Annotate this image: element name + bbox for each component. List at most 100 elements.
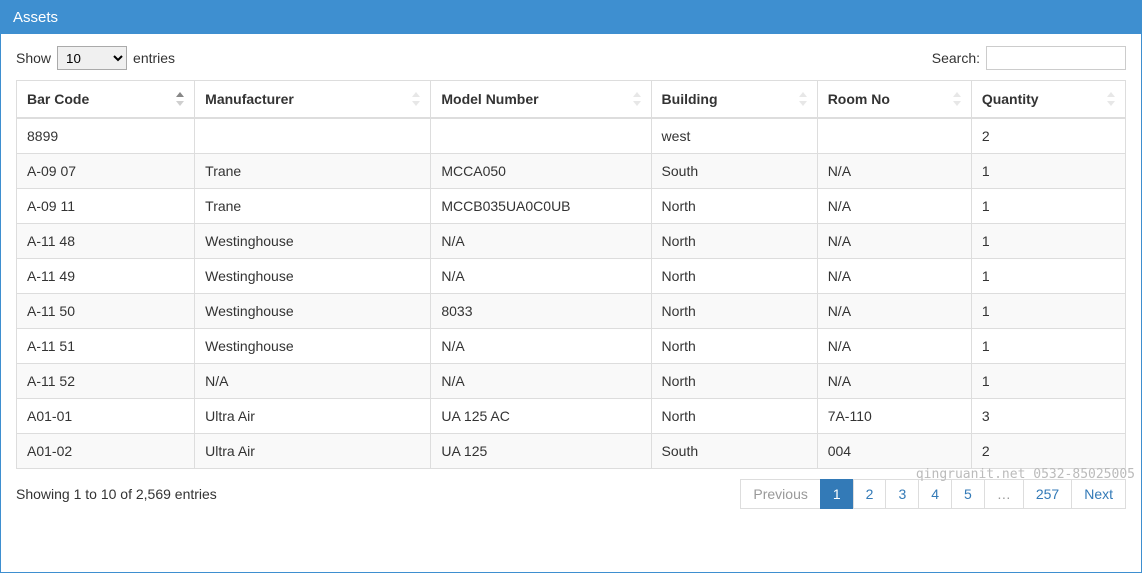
cell-manufacturer: N/A <box>195 364 431 399</box>
page-2[interactable]: 2 <box>853 479 887 509</box>
column-header-bar-code[interactable]: Bar Code <box>17 81 195 119</box>
cell-building: North <box>651 399 817 434</box>
table-row[interactable]: A-09 11TraneMCCB035UA0C0UBNorthN/A1 <box>17 189 1126 224</box>
length-select[interactable]: 102550100 <box>57 46 127 70</box>
cell-qty: 1 <box>971 154 1125 189</box>
table-row[interactable]: A01-01Ultra AirUA 125 ACNorth7A-1103 <box>17 399 1126 434</box>
cell-qty: 2 <box>971 434 1125 469</box>
cell-room: 004 <box>817 434 971 469</box>
cell-qty: 1 <box>971 364 1125 399</box>
cell-model: 8033 <box>431 294 651 329</box>
cell-barcode: A-11 51 <box>17 329 195 364</box>
cell-barcode: A-09 07 <box>17 154 195 189</box>
cell-barcode: A-11 48 <box>17 224 195 259</box>
table-row[interactable]: A-11 51WestinghouseN/ANorthN/A1 <box>17 329 1126 364</box>
page-3[interactable]: 3 <box>885 479 919 509</box>
cell-building: North <box>651 189 817 224</box>
table-footer: Showing 1 to 10 of 2,569 entries Previou… <box>16 479 1126 509</box>
table-row[interactable]: A-11 52N/AN/ANorthN/A1 <box>17 364 1126 399</box>
page-5[interactable]: 5 <box>951 479 985 509</box>
cell-room: N/A <box>817 364 971 399</box>
cell-building: North <box>651 224 817 259</box>
length-suffix: entries <box>133 50 175 66</box>
cell-room: N/A <box>817 154 971 189</box>
cell-building: South <box>651 434 817 469</box>
cell-model: UA 125 <box>431 434 651 469</box>
cell-qty: 1 <box>971 259 1125 294</box>
cell-barcode: A-09 11 <box>17 189 195 224</box>
cell-building: west <box>651 118 817 154</box>
cell-building: North <box>651 259 817 294</box>
column-header-room-no[interactable]: Room No <box>817 81 971 119</box>
cell-qty: 1 <box>971 329 1125 364</box>
column-label: Manufacturer <box>205 91 294 107</box>
sort-icon <box>631 92 643 106</box>
table-row[interactable]: A-11 49WestinghouseN/ANorthN/A1 <box>17 259 1126 294</box>
table-row[interactable]: A-11 50Westinghouse8033NorthN/A1 <box>17 294 1126 329</box>
cell-manufacturer: Westinghouse <box>195 224 431 259</box>
table-row[interactable]: A01-02Ultra AirUA 125South0042 <box>17 434 1126 469</box>
column-header-building[interactable]: Building <box>651 81 817 119</box>
panel-body: Show 102550100 entries Search: Bar Code M… <box>1 34 1141 521</box>
cell-manufacturer: Ultra Air <box>195 434 431 469</box>
cell-model: MCCA050 <box>431 154 651 189</box>
cell-qty: 1 <box>971 224 1125 259</box>
cell-room: N/A <box>817 224 971 259</box>
cell-model: N/A <box>431 329 651 364</box>
search-input[interactable] <box>986 46 1126 70</box>
table-info: Showing 1 to 10 of 2,569 entries <box>16 486 217 502</box>
cell-barcode: A-11 49 <box>17 259 195 294</box>
cell-qty: 3 <box>971 399 1125 434</box>
search-control: Search: <box>932 46 1126 70</box>
page-1[interactable]: 1 <box>820 479 854 509</box>
cell-model: N/A <box>431 259 651 294</box>
column-label: Model Number <box>441 91 538 107</box>
cell-model: UA 125 AC <box>431 399 651 434</box>
cell-qty: 2 <box>971 118 1125 154</box>
length-prefix: Show <box>16 50 51 66</box>
cell-building: South <box>651 154 817 189</box>
sort-icon <box>797 92 809 106</box>
panel-title: Assets <box>1 1 1141 34</box>
cell-manufacturer: Ultra Air <box>195 399 431 434</box>
cell-barcode: 8899 <box>17 118 195 154</box>
table-row[interactable]: A-11 48WestinghouseN/ANorthN/A1 <box>17 224 1126 259</box>
cell-building: North <box>651 329 817 364</box>
cell-barcode: A-11 50 <box>17 294 195 329</box>
table-row[interactable]: 8899 west 2 <box>17 118 1126 154</box>
table-row[interactable]: A-09 07TraneMCCA050SouthN/A1 <box>17 154 1126 189</box>
cell-manufacturer <box>195 118 431 154</box>
cell-barcode: A01-02 <box>17 434 195 469</box>
cell-qty: 1 <box>971 189 1125 224</box>
cell-model: MCCB035UA0C0UB <box>431 189 651 224</box>
cell-manufacturer: Trane <box>195 154 431 189</box>
cell-room: N/A <box>817 259 971 294</box>
cell-room: N/A <box>817 189 971 224</box>
column-header-model-number[interactable]: Model Number <box>431 81 651 119</box>
cell-room: N/A <box>817 294 971 329</box>
assets-panel: Assets Show 102550100 entries Search: Ba… <box>0 0 1142 573</box>
page-next[interactable]: Next <box>1071 479 1126 509</box>
page-prev: Previous <box>740 479 820 509</box>
cell-manufacturer: Westinghouse <box>195 294 431 329</box>
cell-room: N/A <box>817 329 971 364</box>
cell-manufacturer: Westinghouse <box>195 329 431 364</box>
cell-room <box>817 118 971 154</box>
assets-table: Bar Code Manufacturer Model Number Building… <box>16 80 1126 469</box>
cell-barcode: A-11 52 <box>17 364 195 399</box>
page-257[interactable]: 257 <box>1023 479 1072 509</box>
page-4[interactable]: 4 <box>918 479 952 509</box>
cell-building: North <box>651 294 817 329</box>
cell-model <box>431 118 651 154</box>
column-header-manufacturer[interactable]: Manufacturer <box>195 81 431 119</box>
cell-qty: 1 <box>971 294 1125 329</box>
column-header-quantity[interactable]: Quantity <box>971 81 1125 119</box>
search-label: Search: <box>932 50 980 66</box>
column-label: Quantity <box>982 91 1039 107</box>
length-control: Show 102550100 entries <box>16 46 175 70</box>
page-ellipsis: … <box>984 479 1024 509</box>
cell-model: N/A <box>431 364 651 399</box>
column-label: Room No <box>828 91 890 107</box>
cell-manufacturer: Westinghouse <box>195 259 431 294</box>
cell-manufacturer: Trane <box>195 189 431 224</box>
